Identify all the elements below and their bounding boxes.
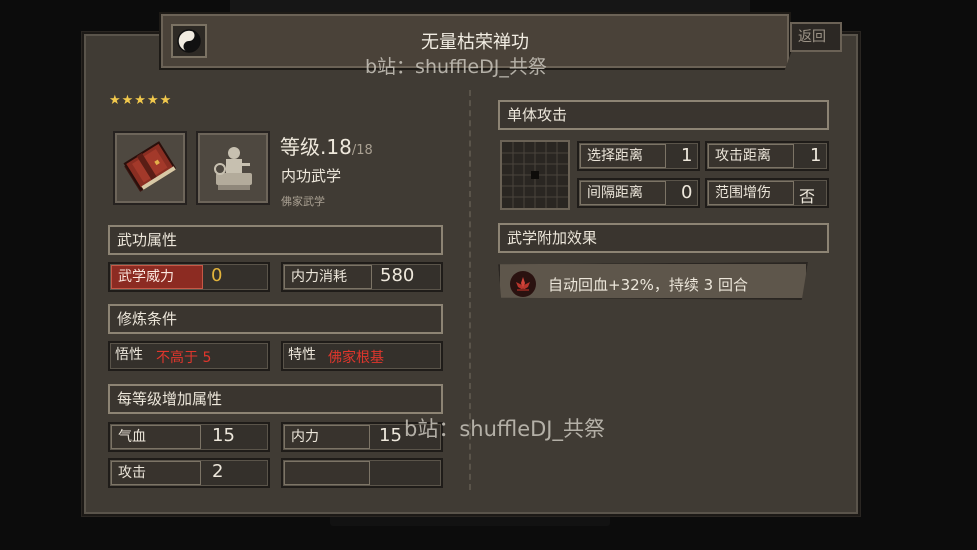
select-range-label: 选择距离	[580, 144, 666, 168]
watermark: b站：shuffleDJ_共祭	[365, 56, 547, 78]
aoe-value: 否	[799, 187, 816, 206]
skill-title: 无量枯荣禅功	[421, 32, 529, 53]
skill-type-slot	[196, 131, 270, 205]
mp-label: 内力	[284, 425, 370, 449]
atk-label: 攻击	[111, 461, 201, 485]
book-icon	[123, 141, 177, 192]
section-attributes: 武功属性	[108, 225, 443, 255]
skill-school: 佛家武学	[281, 195, 325, 208]
mp-value: 15	[379, 425, 402, 446]
hp-label: 气血	[111, 425, 201, 449]
range-grid	[500, 140, 570, 210]
level-label: 等级	[280, 135, 320, 159]
section-attack-kind: 单体攻击	[498, 100, 829, 130]
trait-label: 特性	[288, 347, 316, 363]
level-value: .18	[320, 135, 352, 159]
skill-type: 内功武学	[281, 167, 342, 185]
select-range-value: 1	[681, 145, 693, 166]
atk-value: 2	[212, 461, 224, 482]
effect-text: 自动回血+32%，持续 3 回合	[548, 276, 748, 294]
mp-cost-label: 内力消耗	[284, 265, 372, 289]
skill-icon-slot	[113, 131, 187, 205]
gap-range-value: 0	[681, 182, 693, 203]
gap-range-label: 间隔距离	[580, 181, 666, 205]
skill-level: 等级.18/18	[280, 131, 373, 160]
range-grid-lines	[502, 142, 568, 208]
power-value: 0	[211, 265, 223, 286]
background-strip	[230, 0, 750, 12]
empty-label	[284, 461, 370, 485]
wisdom-label: 悟性	[115, 347, 143, 363]
trait-value: 佛家根基	[328, 350, 384, 366]
power-label: 武学威力	[111, 265, 203, 289]
attack-range-value: 1	[810, 145, 822, 166]
attack-range-label: 攻击距离	[708, 144, 794, 168]
skill-category-button[interactable]	[171, 24, 207, 58]
back-button[interactable]: 返回	[790, 22, 842, 52]
effect-icon-holder	[510, 271, 536, 297]
meditating-monk-icon	[214, 147, 252, 190]
mp-cost-value: 580	[380, 265, 415, 286]
section-per-level: 每等级增加属性	[108, 384, 443, 414]
aoe-label: 范围增伤	[708, 181, 794, 205]
level-max: /18	[351, 143, 373, 158]
lotus-icon	[516, 277, 530, 291]
section-requirements: 修炼条件	[108, 304, 443, 334]
hp-value: 15	[212, 425, 235, 446]
watermark-center: b站：shuffleDJ_共祭	[404, 417, 605, 441]
yin-yang-icon	[177, 29, 201, 53]
section-extra-effects: 武学附加效果	[498, 223, 829, 253]
star-rating: ★★★★★	[109, 93, 173, 108]
wisdom-value: 不高于 5	[156, 350, 212, 366]
